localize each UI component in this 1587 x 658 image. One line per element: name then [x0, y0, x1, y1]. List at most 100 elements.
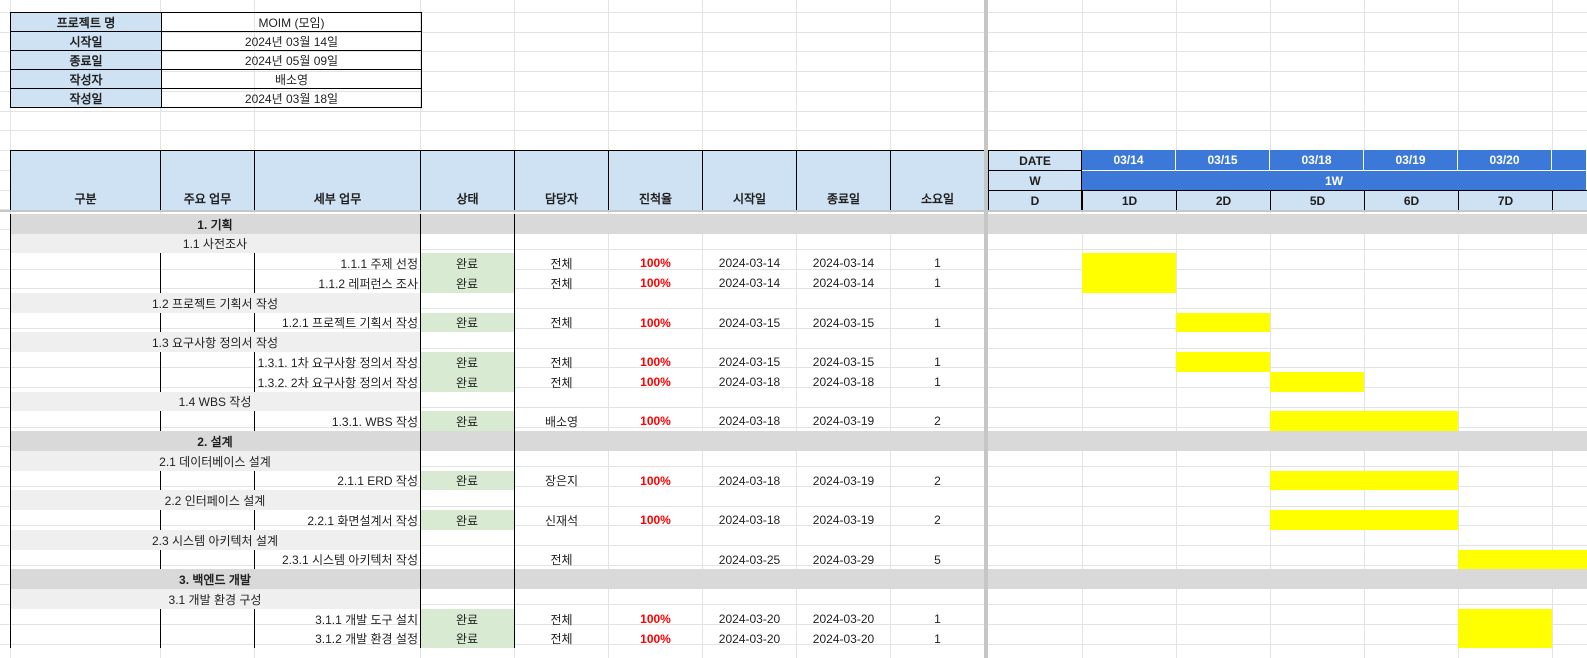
- task-end-date[interactable]: 2024-03-15: [796, 313, 891, 332]
- info-label[interactable]: 프로젝트 명: [10, 12, 162, 32]
- task-assignee[interactable]: 전체: [514, 609, 609, 629]
- header-sub-task[interactable]: 세부 업무: [254, 150, 421, 211]
- task-duration[interactable]: 1: [890, 609, 985, 629]
- info-label[interactable]: 시작일: [10, 31, 162, 51]
- task-assignee[interactable]: 전체: [514, 253, 609, 273]
- task-name[interactable]: 3.1.1 개발 도구 설치: [254, 609, 421, 629]
- task-duration[interactable]: 2: [890, 471, 985, 490]
- gantt-date-cell[interactable]: 03/18: [1270, 150, 1364, 170]
- task-duration[interactable]: 1: [890, 253, 985, 273]
- column-freeze-divider[interactable]: [984, 0, 988, 658]
- header-duration[interactable]: 소요일: [890, 150, 985, 211]
- task-start-date[interactable]: 2024-03-18: [702, 411, 797, 431]
- gantt-week-cell[interactable]: 1W: [1082, 170, 1587, 190]
- subsection-title[interactable]: 1.1 사전조사: [10, 234, 420, 253]
- task-duration[interactable]: 1: [890, 313, 985, 332]
- gantt-bar[interactable]: [1082, 273, 1176, 293]
- header-end-date[interactable]: 종료일: [796, 150, 891, 211]
- gantt-bar[interactable]: [1270, 372, 1364, 392]
- task-end-date[interactable]: 2024-03-19: [796, 510, 891, 530]
- task-name[interactable]: 1.3.1. WBS 작성: [254, 411, 421, 431]
- task-start-date[interactable]: 2024-03-20: [702, 629, 797, 648]
- header-main-task[interactable]: 주요 업무: [160, 150, 255, 211]
- subsection-title[interactable]: 1.3 요구사항 정의서 작성: [10, 332, 420, 352]
- task-duration[interactable]: 1: [890, 352, 985, 372]
- task-status[interactable]: 완료: [420, 411, 514, 431]
- gantt-day-cell[interactable]: 2D: [1176, 190, 1271, 211]
- subsection-title[interactable]: 2.2 인터페이스 설계: [10, 490, 420, 510]
- section-title[interactable]: 3. 백엔드 개발: [10, 569, 420, 589]
- task-name[interactable]: 1.1.2 레퍼런스 조사: [254, 273, 421, 293]
- info-value[interactable]: 배소영: [161, 69, 422, 89]
- gantt-day-cell-overflow[interactable]: [1552, 190, 1587, 211]
- task-status[interactable]: [420, 550, 514, 569]
- task-start-date[interactable]: 2024-03-14: [702, 253, 797, 273]
- task-progress[interactable]: 100%: [608, 629, 703, 648]
- task-status[interactable]: 완료: [420, 352, 514, 372]
- header-category[interactable]: 구분: [10, 150, 161, 211]
- task-start-date[interactable]: 2024-03-25: [702, 550, 797, 569]
- task-end-date[interactable]: 2024-03-14: [796, 273, 891, 293]
- task-name[interactable]: 2.2.1 화면설계서 작성: [254, 510, 421, 530]
- subsection-title[interactable]: 1.4 WBS 작성: [10, 392, 420, 411]
- task-progress[interactable]: 100%: [608, 510, 703, 530]
- task-start-date[interactable]: 2024-03-15: [702, 352, 797, 372]
- task-progress[interactable]: 100%: [608, 352, 703, 372]
- task-name[interactable]: 1.1.1 주제 선정: [254, 253, 421, 273]
- task-status[interactable]: 완료: [420, 510, 514, 530]
- info-value[interactable]: MOIM (모임): [161, 12, 422, 32]
- info-value[interactable]: 2024년 03월 14일: [161, 31, 422, 51]
- task-end-date[interactable]: 2024-03-14: [796, 253, 891, 273]
- task-progress[interactable]: 100%: [608, 471, 703, 490]
- gantt-date-cell[interactable]: 03/20: [1458, 150, 1552, 170]
- task-end-date[interactable]: 2024-03-20: [796, 629, 891, 648]
- gantt-bar[interactable]: [1270, 411, 1458, 431]
- task-assignee[interactable]: 전체: [514, 313, 609, 332]
- task-duration[interactable]: 1: [890, 273, 985, 293]
- task-end-date[interactable]: 2024-03-20: [796, 609, 891, 629]
- gantt-date-cell[interactable]: 03/19: [1364, 150, 1458, 170]
- task-progress[interactable]: 100%: [608, 253, 703, 273]
- task-status[interactable]: 완료: [420, 313, 514, 332]
- task-assignee[interactable]: 장은지: [514, 471, 609, 490]
- header-progress[interactable]: 진척율: [608, 150, 703, 211]
- task-end-date[interactable]: 2024-03-29: [796, 550, 891, 569]
- task-status[interactable]: 완료: [420, 372, 514, 392]
- task-name[interactable]: 2.3.1 시스템 아키텍처 작성: [254, 550, 421, 569]
- task-name[interactable]: 1.3.2. 2차 요구사항 정의서 작성: [254, 372, 421, 392]
- gantt-bar[interactable]: [1458, 550, 1587, 569]
- task-status[interactable]: 완료: [420, 273, 514, 293]
- task-start-date[interactable]: 2024-03-15: [702, 313, 797, 332]
- gantt-bar[interactable]: [1176, 352, 1270, 372]
- gantt-date-label[interactable]: DATE: [988, 150, 1082, 171]
- gantt-bar[interactable]: [1458, 609, 1552, 629]
- info-value[interactable]: 2024년 03월 18일: [161, 88, 422, 108]
- header-status[interactable]: 상태: [420, 150, 515, 211]
- gantt-week-label[interactable]: W: [988, 170, 1082, 191]
- task-progress[interactable]: 100%: [608, 313, 703, 332]
- gantt-date-cell[interactable]: 03/15: [1176, 150, 1270, 170]
- info-value[interactable]: 2024년 05월 09일: [161, 50, 422, 70]
- gantt-day-cell[interactable]: 6D: [1364, 190, 1459, 211]
- gantt-day-cell[interactable]: 5D: [1270, 190, 1365, 211]
- task-end-date[interactable]: 2024-03-15: [796, 352, 891, 372]
- task-status[interactable]: 완료: [420, 253, 514, 273]
- task-status[interactable]: 완료: [420, 471, 514, 490]
- task-progress[interactable]: 100%: [608, 411, 703, 431]
- task-end-date[interactable]: 2024-03-18: [796, 372, 891, 392]
- gantt-date-cell-overflow[interactable]: [1552, 150, 1587, 170]
- subsection-title[interactable]: 2.3 시스템 아키텍처 설계: [10, 530, 420, 550]
- gantt-bar[interactable]: [1176, 313, 1270, 332]
- info-label[interactable]: 종료일: [10, 50, 162, 70]
- section-title[interactable]: 2. 설계: [10, 431, 420, 451]
- task-progress[interactable]: [608, 550, 703, 569]
- gantt-bar[interactable]: [1270, 471, 1458, 490]
- subsection-title[interactable]: 1.2 프로젝트 기획서 작성: [10, 293, 420, 313]
- header-start-date[interactable]: 시작일: [702, 150, 797, 211]
- header-assignee[interactable]: 담당자: [514, 150, 609, 211]
- task-start-date[interactable]: 2024-03-18: [702, 510, 797, 530]
- gantt-bar[interactable]: [1270, 510, 1458, 530]
- task-duration[interactable]: 1: [890, 372, 985, 392]
- task-name[interactable]: 1.3.1. 1차 요구사항 정의서 작성: [254, 352, 421, 372]
- task-end-date[interactable]: 2024-03-19: [796, 411, 891, 431]
